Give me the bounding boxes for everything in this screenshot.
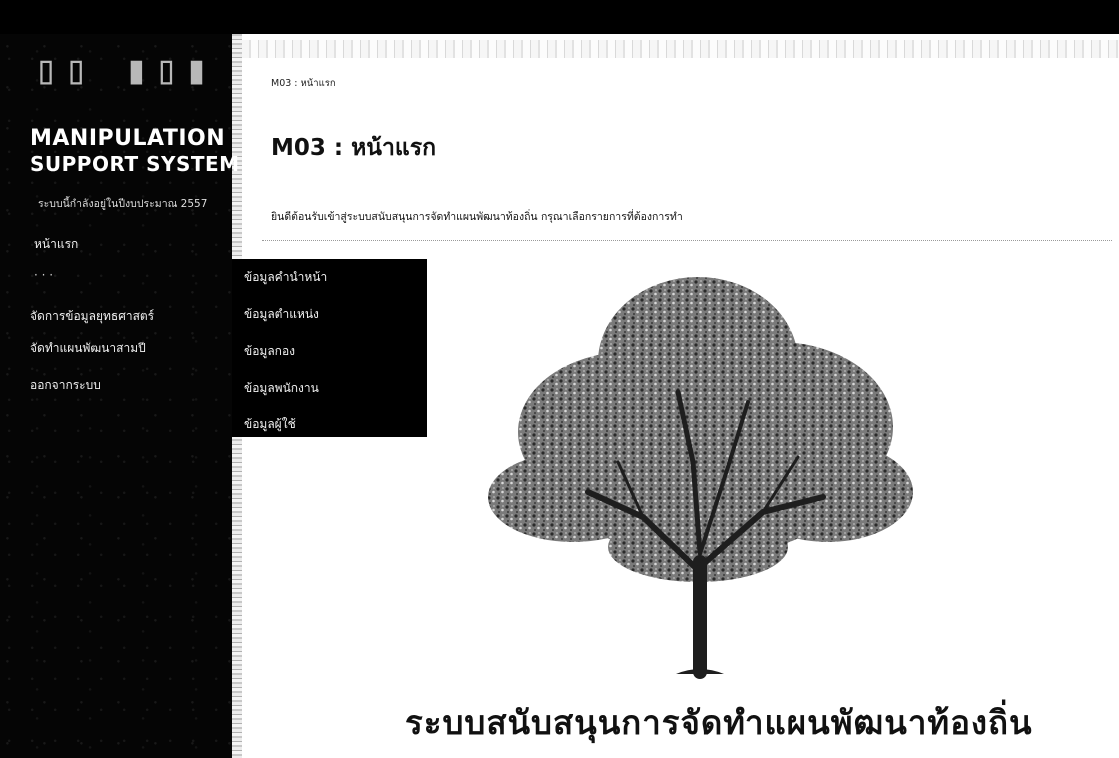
submenu-dropdown: ข้อมูลคำนำหน้า ข้อมูลตำแหน่ง ข้อมูลกอง ข…: [232, 259, 427, 437]
submenu-item-employee[interactable]: ข้อมูลพนักงาน: [244, 379, 319, 398]
page-title: M03 : หน้าแรก: [271, 135, 437, 161]
fiscal-year-tagline: ระบบนี้กำลังอยู่ในปีงบประมาณ 2557: [38, 198, 208, 210]
header-banner: [242, 40, 1119, 58]
welcome-message: ยินดีต้อนรับเข้าสู่ระบบสนับสนุนการจัดทำแ…: [271, 211, 683, 223]
sidebar-item-three-year-plan[interactable]: จัดทำแผนพัฒนาสามปี: [30, 339, 146, 358]
divider: [262, 240, 1112, 242]
sidebar-item-home[interactable]: หน้าแรก: [34, 235, 78, 254]
submenu-item-prefix[interactable]: ข้อมูลคำนำหน้า: [244, 268, 327, 287]
sidebar-item-admin-dots[interactable]: · · ·: [34, 268, 53, 282]
tree-illustration-icon: [488, 277, 913, 679]
submenu-item-user[interactable]: ข้อมูลผู้ใช้: [244, 415, 296, 434]
top-bar: [0, 0, 1119, 34]
submenu-item-position[interactable]: ข้อมูลตำแหน่ง: [244, 305, 319, 324]
submenu-item-division[interactable]: ข้อมูลกอง: [244, 342, 295, 361]
system-name-banner: ระบบสนับสนุนการจัดทำแผนพัฒนาท้องถิ่น: [405, 703, 1033, 742]
logo-subtitle: SUPPORT SYSTEM: [30, 152, 240, 176]
sidebar-item-strategy[interactable]: จัดการข้อมูลยุทธศาสตร์: [30, 307, 154, 326]
breadcrumb: M03 : หน้าแรก: [271, 78, 336, 89]
sidebar-item-logout[interactable]: ออกจากระบบ: [30, 376, 101, 395]
logo-glyph-pattern-icon: ▯▯ ▮▯▮: [34, 47, 215, 93]
logo-title: MANIPULATION: [30, 126, 226, 151]
